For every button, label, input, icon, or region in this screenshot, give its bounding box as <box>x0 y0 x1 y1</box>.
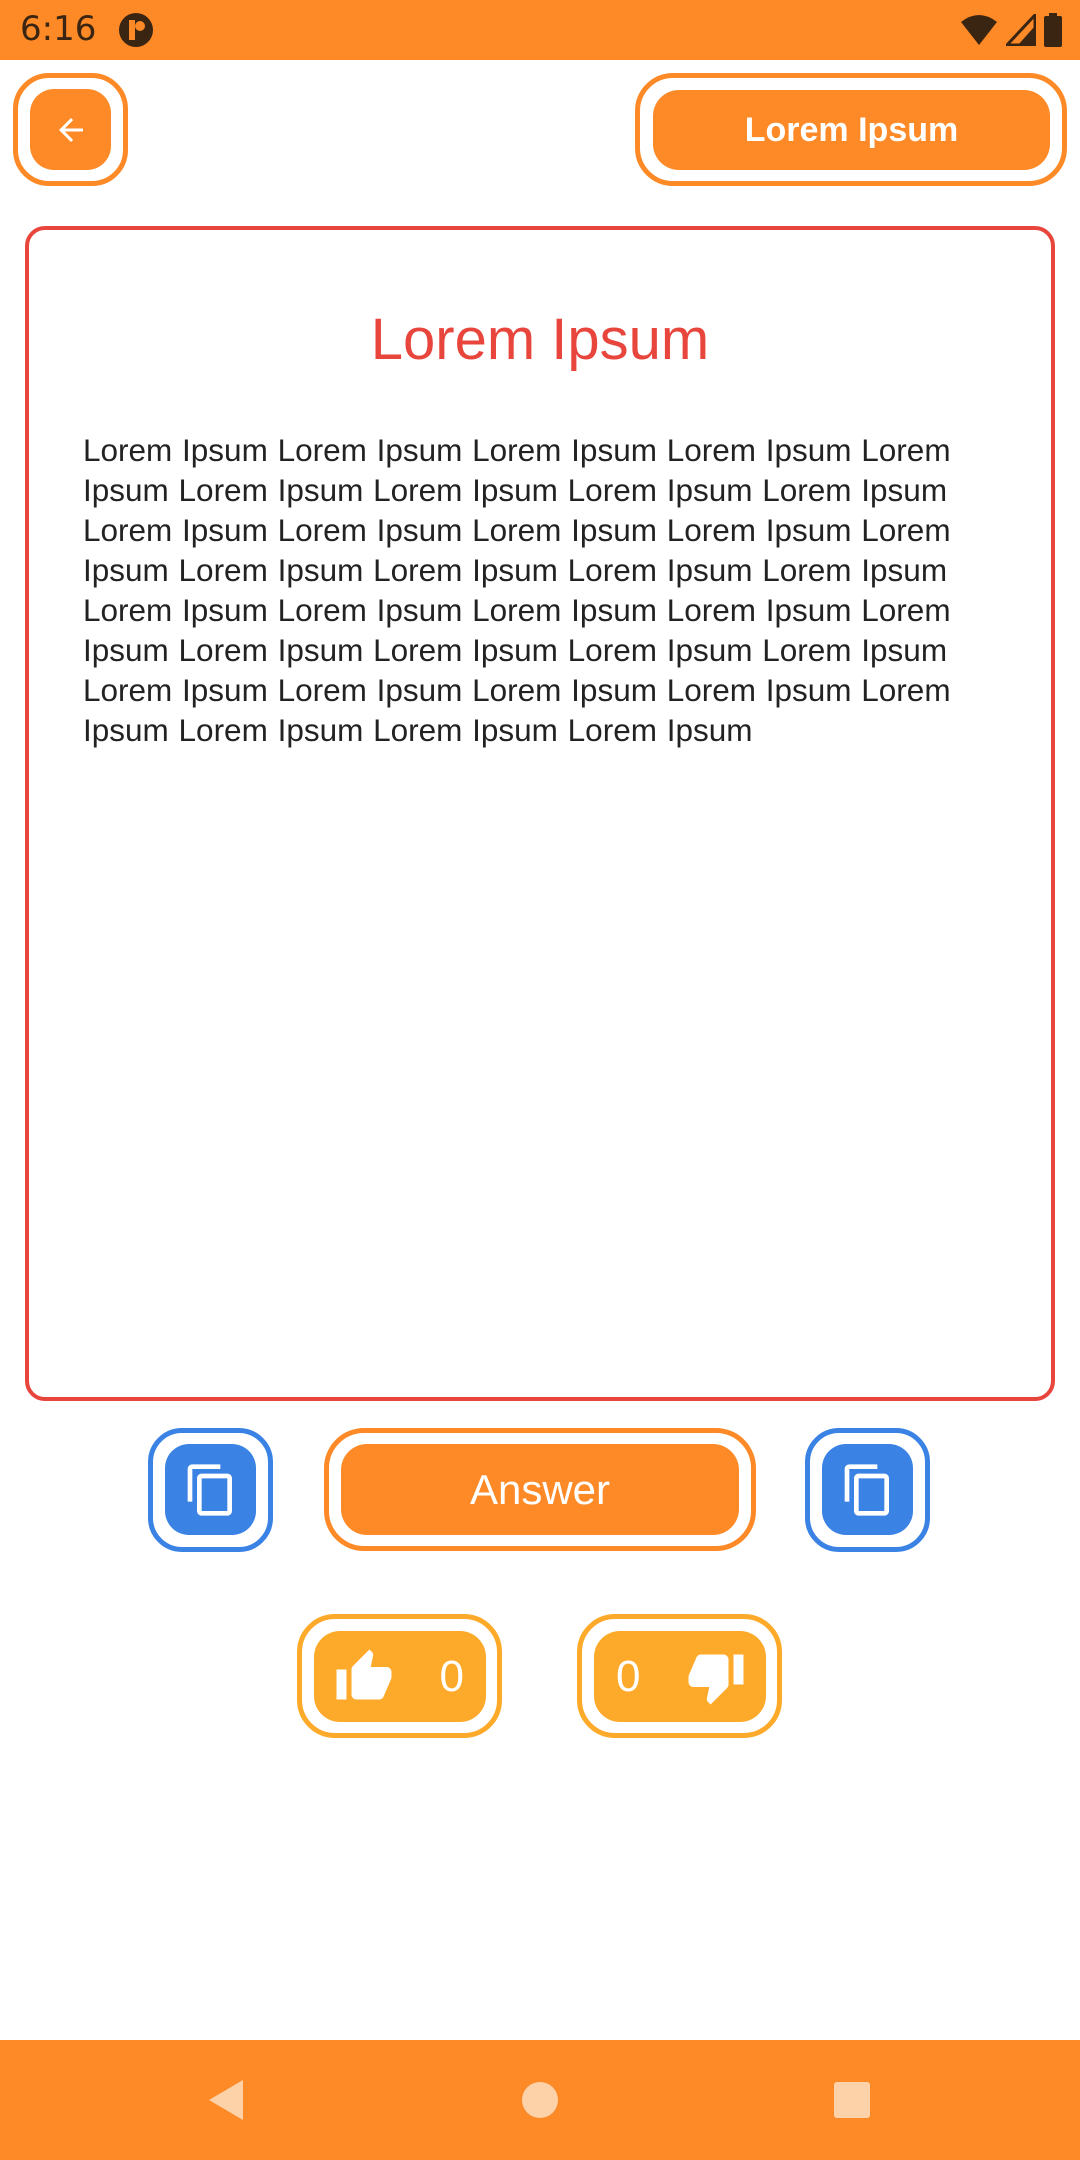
back-button[interactable] <box>30 89 111 170</box>
dislike-button[interactable]: 0 <box>594 1631 766 1722</box>
copy-icon <box>844 1463 889 1516</box>
system-nav-bar <box>0 2040 1080 2160</box>
copy-button-left[interactable] <box>165 1444 256 1535</box>
battery-icon <box>1044 13 1062 47</box>
status-bar: 6:16 <box>0 0 1080 60</box>
back-triangle-icon <box>209 2080 243 2120</box>
status-time: 6:16 <box>20 9 97 49</box>
app-notification-icon <box>119 13 153 47</box>
signal-icon <box>1006 14 1036 46</box>
arrow-left-icon <box>58 117 83 142</box>
header-action-button[interactable]: Lorem Ipsum <box>653 90 1050 170</box>
wifi-icon <box>961 15 997 45</box>
home-circle-icon <box>522 2082 558 2118</box>
card-title: Lorem Ipsum <box>370 307 710 372</box>
answer-button[interactable]: Answer <box>341 1444 739 1535</box>
like-count: 0 <box>439 1651 464 1701</box>
thumbs-down-icon <box>688 1654 744 1704</box>
nav-home-button[interactable] <box>480 2040 600 2160</box>
card-body-text: Lorem Ipsum Lorem Ipsum Lorem Ipsum Lore… <box>83 432 951 748</box>
recents-square-icon <box>834 2082 870 2118</box>
dislike-count: 0 <box>616 1651 641 1701</box>
copy-button-right[interactable] <box>822 1444 913 1535</box>
status-icons <box>960 12 1062 48</box>
thumbs-up-icon <box>336 1649 392 1699</box>
copy-icon <box>187 1463 232 1516</box>
content-card: Lorem Ipsum Lorem Ipsum Lorem Ipsum Lore… <box>25 226 1055 1401</box>
nav-back-button[interactable] <box>165 2040 285 2160</box>
nav-recents-button[interactable] <box>792 2040 912 2160</box>
like-button[interactable]: 0 <box>314 1631 486 1722</box>
